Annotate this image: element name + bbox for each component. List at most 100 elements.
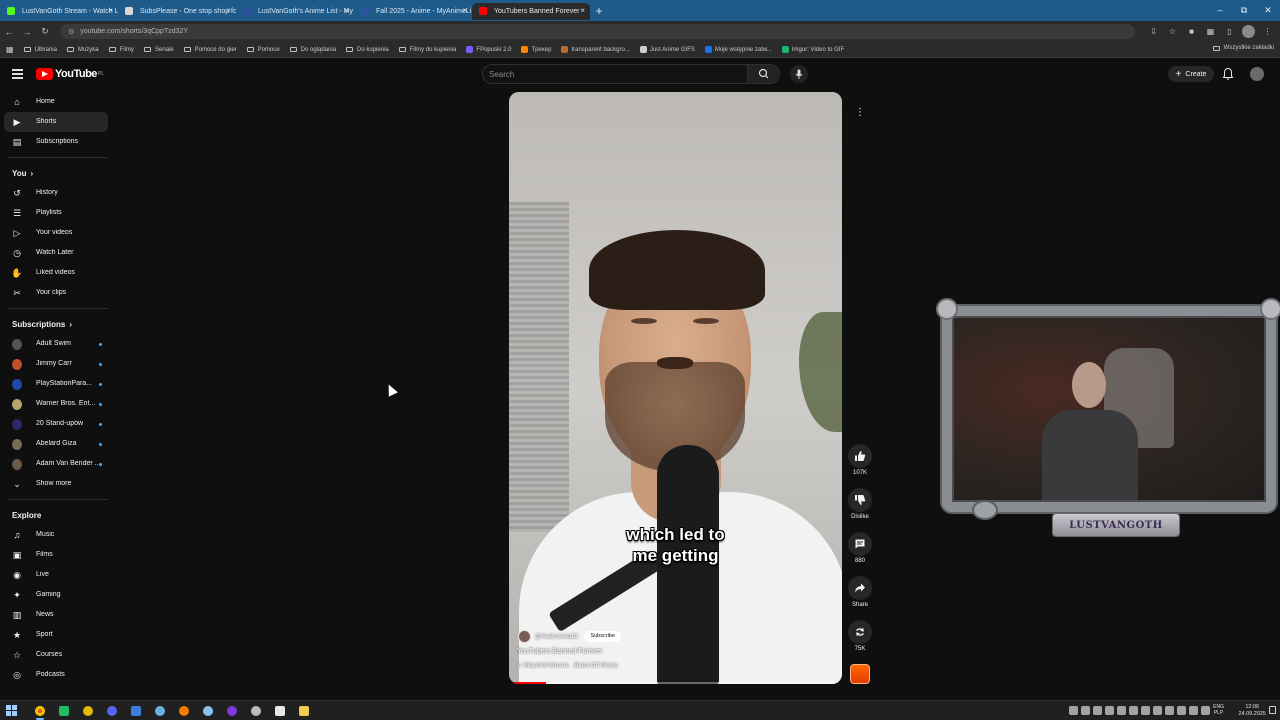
all-bookmarks[interactable]: Wszystkie zakładki [1212,45,1274,51]
sidebar-item[interactable]: ▥ News [4,605,108,625]
sidebar-item[interactable]: ↺ History [4,183,108,203]
sidebar-item[interactable]: ★ Sport [4,625,108,645]
site-info-icon[interactable]: ⚙ [68,28,74,36]
bookmark-link[interactable]: Moje wstępnie zatw... [704,46,772,53]
comments-action[interactable]: 880 [848,532,872,564]
sidebar-item[interactable]: ▶ Shorts [4,112,108,132]
tab-close-icon[interactable]: × [226,6,231,15]
install-icon[interactable]: ⇩ [1147,25,1160,38]
bookmark-folder[interactable]: Pomoce do gier [183,47,237,53]
bookmark-link[interactable]: FPopuski 2.0 [466,46,511,53]
dislike-button[interactable] [848,488,872,512]
obs-taskbar-icon[interactable] [220,703,244,719]
sidebar-item[interactable]: ◷ Watch Later [4,243,108,263]
sidebar-item[interactable]: Adam Van Bender ... [4,454,108,474]
sidebar-item[interactable]: 20 Stand-upów [4,414,108,434]
search-input[interactable] [489,68,739,81]
app-taskbar-icon-blue[interactable] [124,703,148,719]
bookmark-link[interactable]: Imgur: Video to GIF [781,46,844,53]
sidebar-item[interactable]: ✦ Gaming [4,585,108,605]
sidebar-item[interactable]: ☆ Courses [4,645,108,665]
notification-center-icon[interactable] [1269,706,1276,714]
share-button[interactable] [848,576,872,600]
notifications-bell-icon[interactable] [1222,67,1234,81]
sidebar-toggle-icon[interactable]: ▯ [1223,25,1236,38]
extension-icon[interactable]: ■ [1185,25,1198,38]
sidebar-section-subscriptions[interactable]: Subscriptions › [4,314,108,334]
bookmark-folder[interactable]: Pomoce [246,47,280,53]
bookmark-star-icon[interactable]: ☆ [1166,25,1179,38]
bookmark-folder[interactable]: Seriale [143,47,174,53]
create-button[interactable]: + Create [1168,66,1214,82]
menu-icon[interactable] [12,69,23,81]
bookmark-folder[interactable]: Filmy do kupienia [398,47,456,53]
bookmark-folder[interactable]: Filmy [108,47,134,53]
file-explorer-taskbar-icon[interactable] [292,703,316,719]
sidebar-item[interactable]: ⌂ Home [4,92,108,112]
system-tray[interactable] [1069,706,1210,715]
sidebar-item[interactable]: PlayStationPara... [4,374,108,394]
bookmark-link[interactable]: Tpexep [521,46,551,53]
app-taskbar-icon-white[interactable] [268,703,292,719]
like-button[interactable] [848,444,872,468]
app-taskbar-icon-green[interactable] [52,703,76,719]
browser-tab[interactable]: Fall 2025 - Anime - MyAnimeLi × [354,3,472,20]
bookmark-folder[interactable]: Ulbrania [23,47,57,53]
bookmark-folder[interactable]: Do kupienia [346,47,389,53]
like-action[interactable]: 107K [848,444,872,476]
extensions-puzzle-icon[interactable]: ▦ [1204,25,1217,38]
tab-close-icon[interactable]: × [462,6,467,15]
sidebar-item[interactable]: ✋ Liked videos [4,263,108,283]
browser-tab[interactable]: LustVanGoth's Anime List - My × [236,3,354,20]
channel-handle[interactable]: @Austinsweatt1 [535,634,578,640]
apps-grid-icon[interactable]: ▦ [6,45,14,54]
sidebar-item[interactable]: Adult Swim [4,334,108,354]
address-bar[interactable]: ⚙ youtube.com/shorts/3qCppTzd32Y [60,24,1135,39]
subscribe-button[interactable]: Subscribe [584,631,621,642]
sidebar-item[interactable]: Warner Bros. Ent... [4,394,108,414]
tab-close-icon[interactable]: × [344,6,349,15]
sidebar-item[interactable]: ☰ Playlists [4,203,108,223]
comments-button[interactable] [848,532,872,556]
bookmark-folder[interactable]: Muzyka [66,47,99,53]
account-avatar[interactable] [1250,67,1264,81]
voice-search-button[interactable] [790,65,808,83]
channel-avatar[interactable] [518,630,531,643]
tab-close-icon[interactable]: × [108,6,113,15]
tab-close-icon[interactable]: × [580,6,585,15]
bookmark-folder[interactable]: Do oglądania [289,47,336,53]
remix-button[interactable] [848,620,872,644]
video-title[interactable]: YouTubers Banned Forever [517,648,602,655]
discord-taskbar-icon[interactable] [100,703,124,719]
browser-tab[interactable]: YouTubers Banned Forever × [472,3,590,20]
browser-tab[interactable]: SubsPlease - One stop shop fo × [118,3,236,20]
sidebar-section-you[interactable]: You › [4,163,108,183]
sidebar-item[interactable]: Jimmy Carr [4,354,108,374]
browser-menu-icon[interactable]: ⋮ [1261,25,1274,38]
close-window-icon[interactable]: ✕ [1256,0,1280,21]
browser-tab[interactable]: LustVanGoth Stream - Watch Li × [0,3,118,20]
restore-icon[interactable]: ⧉ [1232,0,1256,21]
show-more-button[interactable]: ⌄ Show more [4,474,108,494]
sidebar-item[interactable]: Abelard Giza [4,434,108,454]
sidebar-item[interactable]: ▷ Your videos [4,223,108,243]
chrome-taskbar-icon[interactable] [28,703,52,720]
app-taskbar-icon-yellow[interactable] [76,703,100,719]
app-taskbar-icon-lightblue[interactable] [196,703,220,719]
progress-bar[interactable] [509,682,842,684]
share-action[interactable]: Share [848,576,872,608]
music-row[interactable]: ♫ Mischief Moves · Blast Off Music [517,662,618,669]
bookmark-link[interactable]: transparent backgro... [561,46,630,53]
profile-avatar[interactable] [1242,25,1255,38]
back-icon[interactable]: ← [0,27,18,37]
youtube-logo[interactable]: YouTube PL [36,68,104,80]
bookmark-link[interactable]: Just Anime GIFS [639,46,695,53]
language-indicator[interactable]: ENG PLP [1213,704,1224,716]
new-tab-button[interactable]: + [590,4,608,18]
sidebar-item[interactable]: ♫ Music [4,525,108,545]
sidebar-item[interactable]: ◉ Live [4,565,108,585]
minimize-icon[interactable]: – [1208,0,1232,21]
sidebar-item[interactable]: ✂ Your clips [4,283,108,303]
forward-icon[interactable]: → [18,27,36,37]
taskbar-clock[interactable]: 12:06 24.09.2025 [1238,704,1266,718]
